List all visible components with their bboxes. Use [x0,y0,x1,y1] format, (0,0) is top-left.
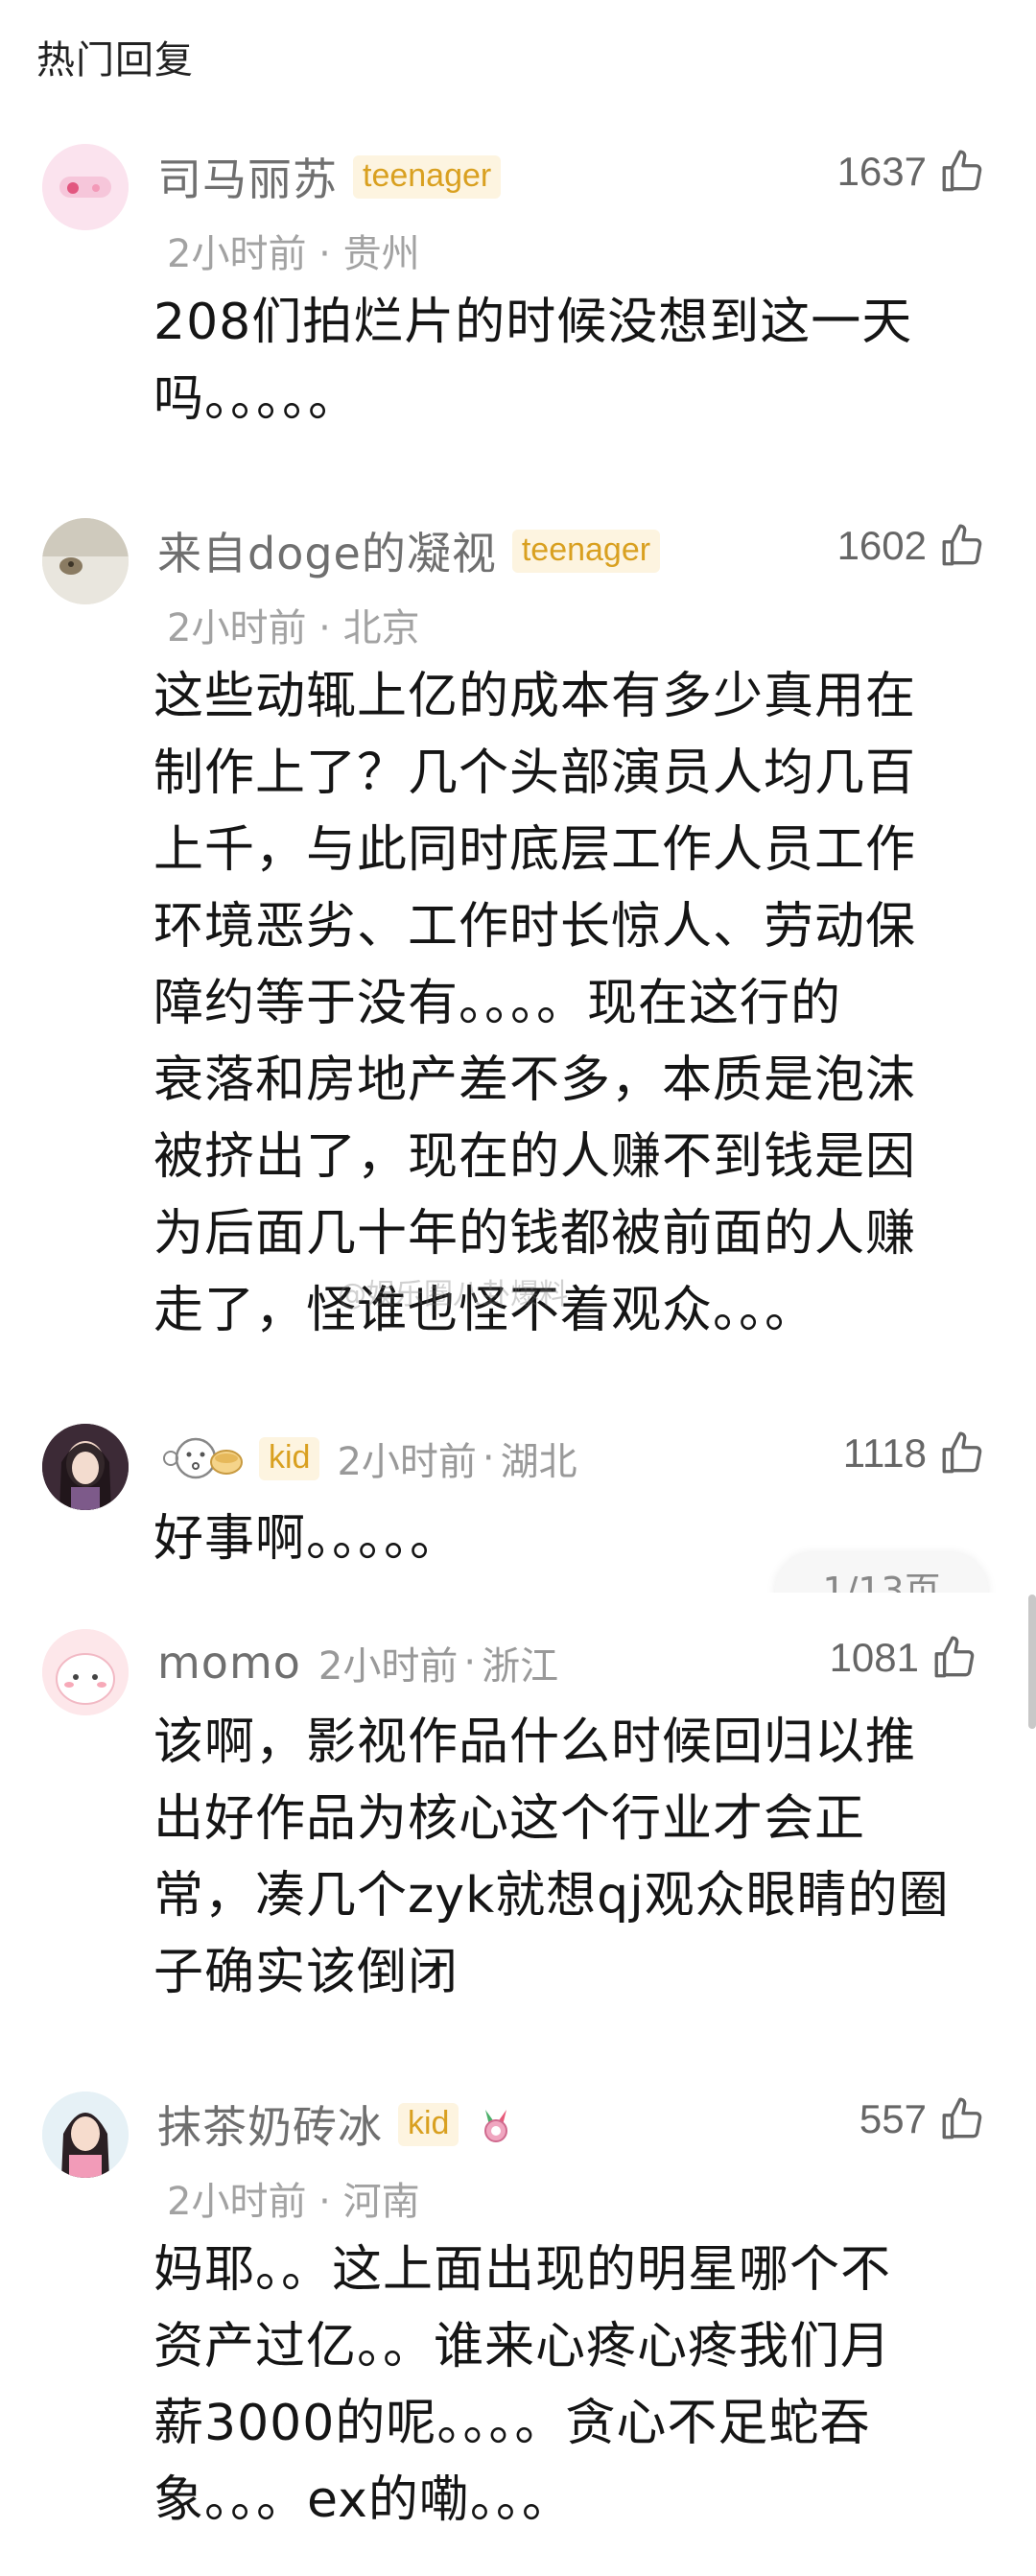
like-button[interactable]: 1637 [837,148,986,196]
comment-location: 北京 [342,606,420,650]
comment-line: 象。。。ex的嘞。。。 [153,2471,573,2529]
comment-item: momo 2小时前 · 浙江 1081 该啊，影视作品什么时候回归以推 出好作品… [0,1593,1028,2001]
meta-separator: · [463,1641,477,1685]
thumbs-up-icon [942,2097,982,2139]
comment-time: 2小时前 [337,1440,477,1484]
comment-line: 为后面几十年的钱都被前面的人赚 [153,1205,917,1263]
comment-line: 障约等于没有。。。。现在这行的 [153,975,842,1032]
comment-location: 湖北 [500,1440,577,1484]
comment-location: 浙江 [482,1644,559,1689]
avatar[interactable] [42,1424,129,1510]
avatar[interactable] [42,518,129,604]
comment-line: 衰落和房地产差不多，本质是泡沫 [153,1052,917,1109]
user-badge: kid [398,2102,459,2146]
like-button[interactable]: 557 [859,2095,986,2143]
watermark: @娱乐圈八卦爆料 [338,1278,568,1312]
user-badge: teenager [511,529,661,573]
avatar[interactable] [42,144,129,230]
like-count: 557 [859,2096,927,2141]
comment-location: 贵州 [342,232,420,276]
avatar-image [42,518,129,604]
avatar-image [42,1424,129,1510]
username-emoji-icons[interactable] [157,1430,244,1487]
thumbs-up-icon [942,150,982,192]
username[interactable]: 司马丽苏 [157,145,338,208]
comment-line: 制作上了？几个头部演员人均几百 [153,744,917,802]
like-count: 1118 [842,1430,927,1476]
comment-text: 该啊，影视作品什么时候回归以推 出好作品为核心这个行业才会正 常，凑几个zyk就… [153,1704,978,2011]
comment-line: 环境恶劣、工作时长惊人、劳动保 [153,898,917,956]
comment-text: 妈耶。。这上面出现的明星哪个不 资产过亿。。谁来心疼心疼我们月 薪3000的呢。… [153,2232,978,2539]
comment-text: 这些动辄上亿的成本有多少真用在 制作上了？几个头部演员人均几百 上千，与此同时底… [153,658,978,1349]
comment-text: 208们拍烂片的时候没想到这一天 吗。。。。。 [153,284,978,437]
scrollbar[interactable] [1028,1595,1036,1729]
username[interactable]: 抹茶奶砖冰 [157,2092,383,2156]
like-count: 1637 [836,149,927,194]
comment-time: 2小时前 [167,2180,307,2224]
comment-location: 河南 [342,2180,420,2224]
avatar[interactable] [42,1629,129,1715]
comment-line: 被挤出了，现在的人赚不到钱是因 [153,1128,917,1186]
comment-time: 2小时前 [167,232,307,276]
user-badge: teenager [353,154,502,199]
comment-line: 这些动辄上亿的成本有多少真用在 [153,668,917,725]
thumbs-up-icon [942,524,982,566]
comment-line: 该啊，影视作品什么时候回归以推 [153,1713,917,1771]
emoji-face-icon [163,1437,243,1479]
avatar-image [42,2092,129,2178]
like-count: 1602 [836,523,927,568]
meta-separator: · [318,232,343,276]
like-button[interactable]: 1118 [843,1430,986,1477]
like-button[interactable]: 1081 [830,1634,978,1682]
thumbs-up-icon [942,1431,982,1474]
meta-separator: · [482,1436,495,1480]
comment-line: 薪3000的呢。。。。贪心不足蛇吞 [153,2395,871,2452]
like-button[interactable]: 1602 [837,522,986,570]
comment-line: 常，凑几个zyk就想qj观众眼睛的圈 [153,1867,950,1925]
comment-line: 上千，与此同时底层工作人员工作 [153,821,917,879]
comment-line: 子确实该倒闭 [153,1944,459,2001]
comment-line: 出好作品为核心这个行业才会正 [153,1790,866,1848]
comment-line: 妈耶。。这上面出现的明星哪个不 [153,2241,892,2299]
avatar-image [42,144,129,230]
comment-time: 2小时前 [318,1644,459,1689]
comment-line: 吗。。。。。 [153,370,360,428]
like-count: 1081 [829,1635,919,1680]
user-badge: kid [259,1436,320,1480]
thumbs-up-icon [934,1636,975,1678]
username[interactable]: 来自doge的凝视 [157,519,497,582]
meta-separator: · [318,2180,343,2224]
meta-separator: · [318,606,343,650]
username[interactable]: momo [157,1637,301,1689]
avatar[interactable] [42,2092,129,2178]
comment-line: 208们拍烂片的时候没想到这一天 [153,294,913,351]
avatar-image [42,1629,129,1715]
medal-icon [484,2110,508,2142]
comment-time: 2小时前 [167,606,307,650]
comment-line: 资产过亿。。谁来心疼心疼我们月 [153,2318,892,2375]
section-title: 热门回复 [36,38,194,83]
